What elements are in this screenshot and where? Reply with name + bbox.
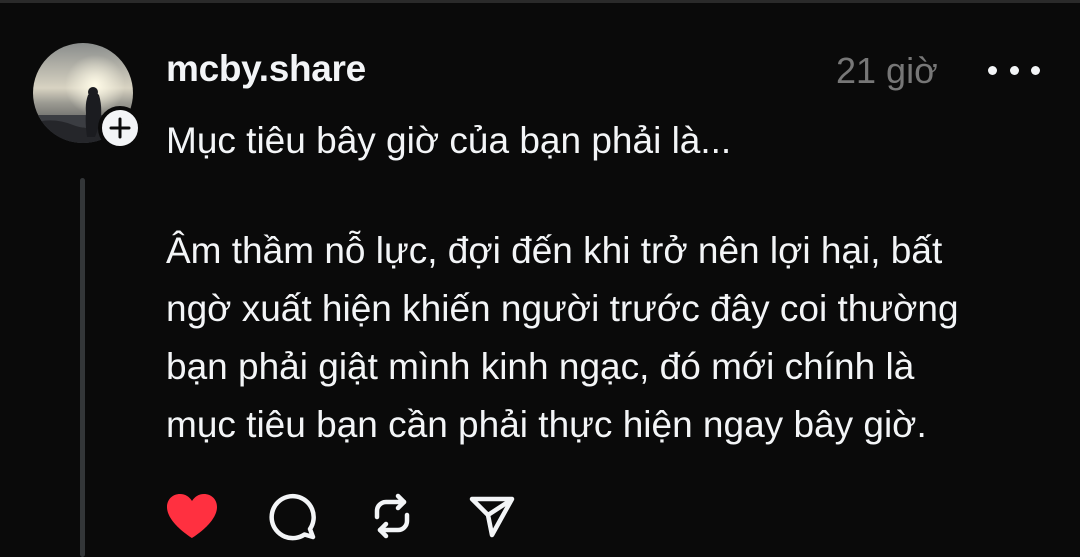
post-line: mục tiêu bạn cần phải thực hiện ngay bây… bbox=[166, 404, 927, 445]
more-options-button[interactable] bbox=[988, 60, 1040, 80]
repost-button[interactable] bbox=[363, 488, 421, 544]
send-icon bbox=[469, 496, 515, 538]
username[interactable]: mcby.share bbox=[166, 48, 366, 90]
timestamp: 21 giờ bbox=[836, 50, 938, 91]
comment-bubble-icon bbox=[269, 493, 316, 541]
top-border bbox=[0, 0, 1080, 3]
post-line: bạn phải giật mình kinh ngạc, đó mới chí… bbox=[166, 346, 915, 387]
post-title-line: Mục tiêu bây giờ của bạn phải là... bbox=[166, 120, 732, 161]
heart-filled-icon bbox=[167, 494, 217, 538]
more-horizontal-icon bbox=[988, 65, 997, 75]
plus-icon bbox=[109, 117, 131, 139]
action-bar bbox=[163, 488, 563, 544]
share-button[interactable] bbox=[463, 488, 521, 544]
follow-button[interactable] bbox=[98, 106, 142, 150]
post-body: Mục tiêu bây giờ của bạn phải là... Âm t… bbox=[166, 112, 1056, 454]
thread-line bbox=[80, 178, 85, 557]
comment-button[interactable] bbox=[263, 488, 321, 544]
repost-icon bbox=[374, 493, 410, 539]
post-line: ngờ xuất hiện khiến người trước đây coi … bbox=[166, 288, 959, 329]
post-line: Âm thầm nỗ lực, đợi đến khi trở nên lợi … bbox=[166, 230, 943, 271]
like-button[interactable] bbox=[163, 488, 221, 544]
